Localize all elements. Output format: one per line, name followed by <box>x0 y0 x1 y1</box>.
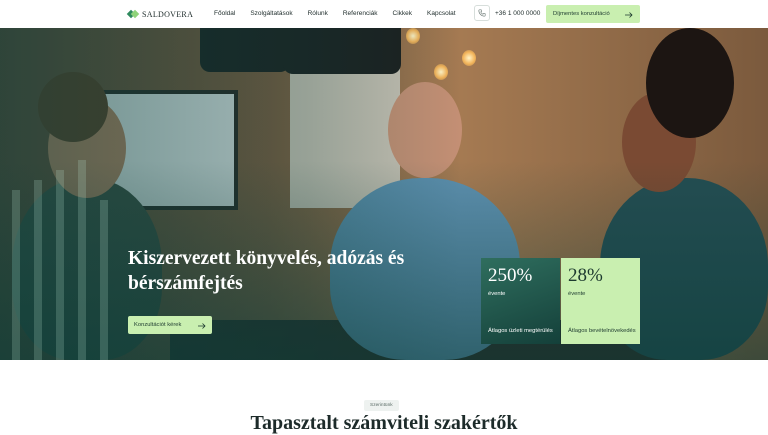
stat-period: évente <box>568 291 586 297</box>
decorative-stripe <box>100 200 108 360</box>
cta-label: Díjmentes konzultáció <box>553 11 610 17</box>
top-navigation: SALDOVERA Főoldal Szolgáltatások Rólunk … <box>0 0 768 28</box>
hero-overlay <box>0 28 768 360</box>
nav-item-contact[interactable]: Kapcsolat <box>427 10 456 17</box>
section-badge: Szerintünk <box>364 400 399 411</box>
brand-name: SALDOVERA <box>142 9 194 19</box>
hero-section: Kiszervezett könyvelés, adózás és bérszá… <box>0 28 768 360</box>
free-consultation-button[interactable]: Díjmentes konzultáció <box>546 5 640 23</box>
stat-value: 28% <box>568 265 603 286</box>
stat-description: Átlagos üzleti megtérülés <box>488 328 553 334</box>
hero-title: Kiszervezett könyvelés, adózás és bérszá… <box>128 248 405 294</box>
decorative-stripe <box>56 170 64 360</box>
arrow-right-icon <box>198 316 206 334</box>
request-consultation-button[interactable]: Konzultációt kérek <box>128 316 212 334</box>
decorative-stripe <box>34 180 42 360</box>
brand-logo[interactable]: SALDOVERA <box>126 9 194 19</box>
nav-item-services[interactable]: Szolgáltatások <box>250 10 292 17</box>
stat-period: évente <box>488 291 506 297</box>
logo-icon <box>126 9 140 19</box>
stat-card-revenue: 28% évente Átlagos bevételnövekedés <box>561 258 640 344</box>
nav-item-about[interactable]: Rólunk <box>308 10 328 17</box>
phone-link[interactable]: +36 1 000 0000 <box>474 5 540 21</box>
stat-card-roi: 250% évente Átlagos üzleti megtérülés <box>481 258 560 344</box>
main-nav: Főoldal Szolgáltatások Rólunk Referenciá… <box>214 10 456 17</box>
phone-number: +36 1 000 0000 <box>495 9 541 17</box>
decorative-stripe <box>12 190 20 360</box>
arrow-right-icon <box>625 5 633 23</box>
nav-item-home[interactable]: Főoldal <box>214 10 235 17</box>
decorative-stripe <box>78 160 86 360</box>
nav-item-articles[interactable]: Cikkek <box>393 10 413 17</box>
phone-icon <box>474 5 490 21</box>
nav-item-references[interactable]: Referenciák <box>343 10 378 17</box>
stat-value: 250% <box>488 265 533 286</box>
stat-description: Átlagos bevételnövekedés <box>568 328 636 334</box>
hero-button-label: Konzultációt kérek <box>134 322 182 328</box>
